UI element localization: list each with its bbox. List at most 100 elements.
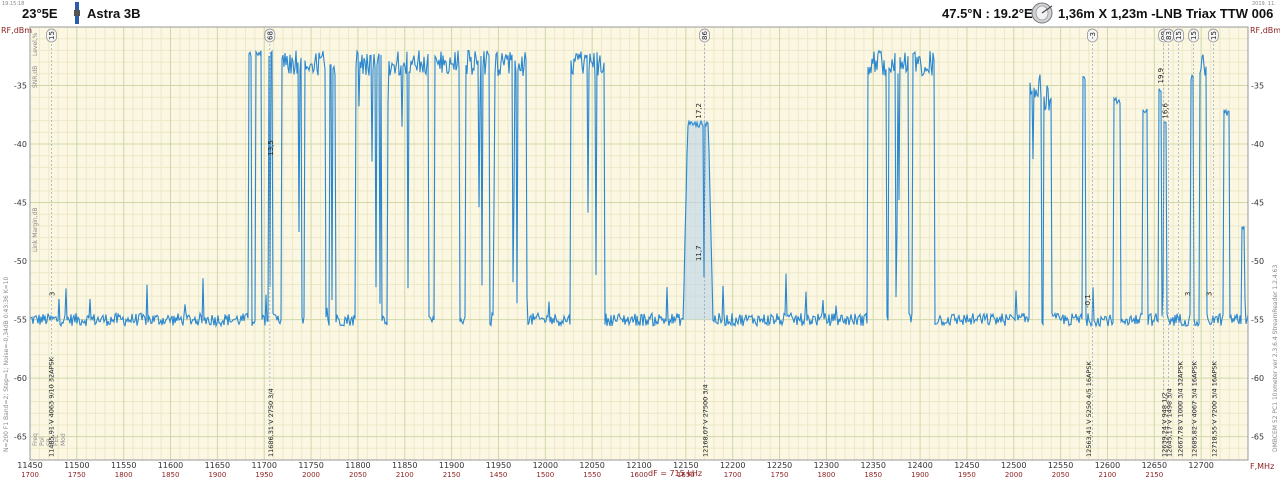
x-tick-label: 12700: [1188, 461, 1213, 470]
marker-badge-label: 86: [701, 31, 709, 40]
marker-value-label: 3: [49, 292, 57, 296]
carrier-margin-label: 11,7: [695, 245, 703, 261]
x-tick-label: 11600: [158, 461, 183, 470]
x-tick-label: 11650: [205, 461, 230, 470]
if-tick-label: 1750: [68, 471, 86, 479]
y-tick-label-left: -50: [14, 257, 27, 266]
marker-badge-label: 68: [266, 31, 274, 40]
y-axis-label-left: RF,dBm: [1, 26, 32, 35]
x-tick-label: 12050: [579, 461, 604, 470]
transponder-label: 12718,55 V 7200 3/4 16APSK: [1210, 361, 1218, 457]
spectrum-analyzer-window: 23°5E Astra 3B 47.5°N : 19.2°E 1,36m X 1…: [0, 0, 1280, 481]
if-tick-label: 1550: [583, 471, 601, 479]
y-tick-label-right: -45: [1251, 199, 1264, 208]
x-tick-label: 11850: [392, 461, 417, 470]
x-tick-label: 12200: [720, 461, 745, 470]
x-tick-label: 12650: [1142, 461, 1167, 470]
link-margin-label: Link Margin,dB: [32, 207, 39, 252]
table-header-mod: Mod: [60, 433, 67, 446]
y-tick-label-left: -40: [14, 140, 27, 149]
if-tick-label: 1750: [771, 471, 789, 479]
marker-badge-label: 15: [1190, 31, 1198, 40]
carrier-snr-label: 19,9: [1157, 68, 1165, 84]
snr-label: SNR,dB: [32, 66, 39, 88]
y-tick-label-left: -60: [14, 374, 27, 383]
x-tick-label: 12450: [954, 461, 979, 470]
x-tick-label: 12100: [626, 461, 651, 470]
if-tick-label: 2100: [1099, 471, 1117, 479]
carrier-snr-label: 17,2: [695, 103, 703, 119]
x-tick-label: 11950: [486, 461, 511, 470]
marker-badge-label: 15: [1175, 31, 1183, 40]
if-tick-label: 1800: [817, 471, 835, 479]
x-tick-label: 11450: [17, 461, 42, 470]
transponder-label: 12563,41 V 5250 4/5 16APSK: [1085, 361, 1093, 457]
x-tick-label: 12250: [767, 461, 792, 470]
if-tick-label: 1900: [911, 471, 929, 479]
x-tick-label: 12150: [673, 461, 698, 470]
y-tick-label-left: -35: [14, 82, 27, 91]
if-tick-label: 1950: [958, 471, 976, 479]
y-tick-label-right: -35: [1251, 82, 1264, 91]
marker-badge-label: 15: [1210, 31, 1218, 40]
x-tick-label: 12600: [1095, 461, 1120, 470]
y-tick-label-right: -40: [1251, 140, 1264, 149]
y-axis-label-right: RF,dBm: [1250, 26, 1280, 35]
y-tick-label-right: -50: [1251, 257, 1264, 266]
x-tick-label: 11700: [252, 461, 277, 470]
x-axis-label: F,MHz: [1250, 462, 1274, 471]
transponder-label: 11485,91 V 4063 9/10 32APSK: [48, 356, 56, 457]
x-tick-label: 11750: [298, 461, 323, 470]
if-tick-label: 2150: [443, 471, 461, 479]
if-tick-label: 2000: [1005, 471, 1023, 479]
x-tick-label: 11900: [439, 461, 464, 470]
x-tick-label: 11500: [64, 461, 89, 470]
y-tick-label-right: -65: [1251, 433, 1264, 442]
y-tick-label-left: -65: [14, 433, 27, 442]
if-tick-label: 1700: [724, 471, 742, 479]
if-tick-label: 1850: [162, 471, 180, 479]
if-tick-label: 1700: [21, 471, 39, 479]
transponder-label: 12685,82 V 4067 3/4 16APSK: [1191, 361, 1199, 457]
if-tick-label: 1900: [208, 471, 226, 479]
if-tick-label: 2050: [349, 471, 367, 479]
right-meta-text: DMBCEM 52 PC1 10xmeter ver 2.3.6.4 Strea…: [1272, 265, 1279, 452]
if-tick-label: 2100: [396, 471, 414, 479]
x-tick-label: 12000: [533, 461, 558, 470]
marker-value-label: 3: [1184, 292, 1192, 296]
if-tick-label: 1800: [115, 471, 133, 479]
x-tick-label: 11550: [111, 461, 136, 470]
x-tick-label: 12300: [814, 461, 839, 470]
x-tick-label: 12500: [1001, 461, 1026, 470]
if-tick-label: 2150: [1145, 471, 1163, 479]
y-tick-label-right: -55: [1251, 316, 1264, 325]
if-tick-label: 1850: [864, 471, 882, 479]
marker-value-label: -0,1: [1084, 294, 1092, 308]
x-tick-label: 12550: [1048, 461, 1073, 470]
if-tick-label: 1500: [536, 471, 554, 479]
carrier-snr-label: 16,6: [1162, 102, 1170, 118]
y-tick-label-left: -55: [14, 316, 27, 325]
if-tick-label: 1650: [677, 471, 695, 479]
table-header-freq: Freq: [32, 433, 39, 446]
spectrum-chart[interactable]: RF,dBm RF,dBm F,MHz dF = 715 kHz N=200 F…: [0, 0, 1280, 481]
if-tick-label: 1950: [255, 471, 273, 479]
x-tick-label: 12350: [861, 461, 886, 470]
transponder-label: 12645,17 V 1498 3/4: [1165, 388, 1173, 457]
level-label: Level,%: [32, 32, 39, 56]
if-tick-label: 2050: [1052, 471, 1070, 479]
marker-badge-label: 15: [48, 31, 56, 40]
marker-badge-label: -3: [1089, 32, 1097, 39]
if-tick-label: 1600: [630, 471, 648, 479]
marker-value-label: 13,5: [267, 140, 275, 156]
transponder-label: 12168,07 V 27500 3/4: [702, 384, 710, 457]
table-header-pol: Pol: [39, 437, 46, 446]
transponder-label: 11686,31 V 2750 3/4: [267, 388, 275, 457]
if-tick-label: 2000: [302, 471, 320, 479]
y-tick-label-left: -45: [14, 199, 27, 208]
x-tick-label: 11800: [345, 461, 370, 470]
x-tick-label: 12400: [907, 461, 932, 470]
marker-value-label: 3: [1206, 292, 1214, 296]
marker-badge-label: 83: [1165, 31, 1173, 40]
left-meta-text: N=200 F1 Band=2; Step=1; Noise=-0,34dB 0…: [3, 276, 10, 452]
